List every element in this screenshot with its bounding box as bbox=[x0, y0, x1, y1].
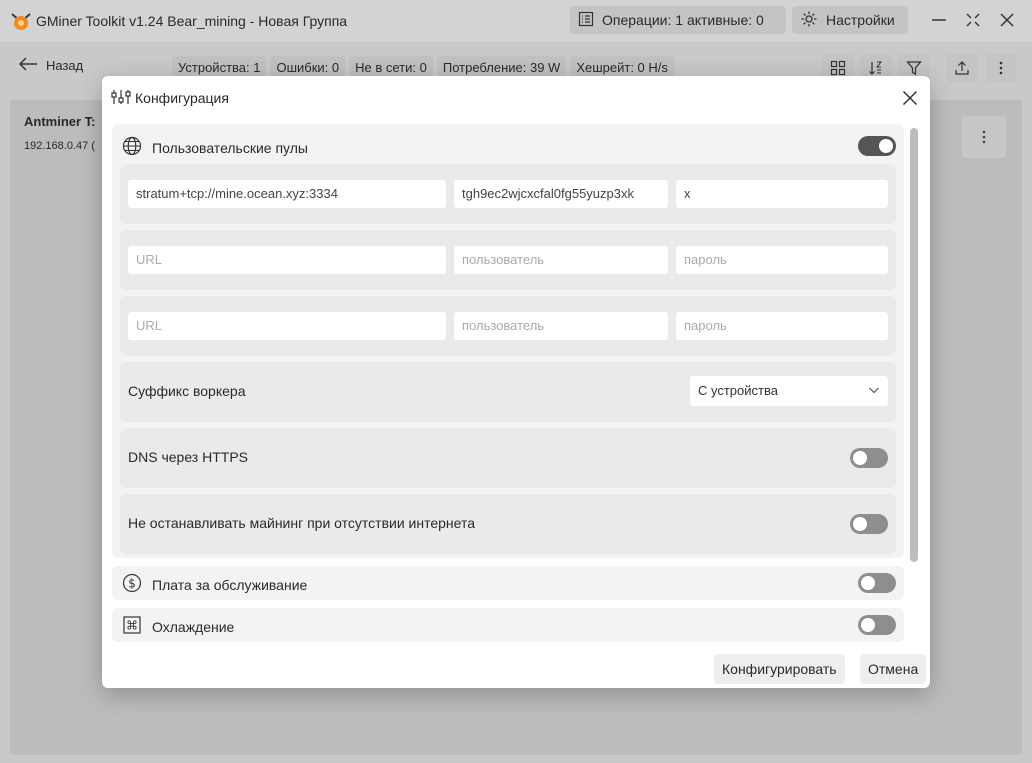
cooling-toggle[interactable] bbox=[858, 615, 896, 635]
pool-row-3: URL пользователь пароль bbox=[120, 296, 896, 356]
worker-suffix-label: Суффикс воркера bbox=[128, 383, 246, 399]
pool-3-password-field[interactable]: пароль bbox=[676, 312, 888, 340]
keep-mining-row: Не останавливать майнинг при отсутствии … bbox=[120, 494, 896, 554]
dns-https-toggle[interactable] bbox=[850, 448, 888, 468]
more-icon[interactable] bbox=[986, 54, 1016, 82]
export-icon[interactable] bbox=[946, 54, 978, 82]
sliders-icon bbox=[111, 89, 131, 108]
pool-2-user-field[interactable]: пользователь bbox=[454, 246, 668, 274]
arrow-left-icon bbox=[18, 56, 46, 75]
device-ip: 192.168.0.47 ( bbox=[24, 140, 95, 152]
gear-icon bbox=[800, 10, 826, 31]
keep-mining-toggle[interactable] bbox=[850, 514, 888, 534]
cancel-button[interactable]: Отмена bbox=[860, 654, 927, 684]
dollar-icon: $ bbox=[122, 573, 152, 596]
custom-pools-toggle[interactable] bbox=[858, 136, 896, 156]
operations-label: Операции: 1 активные: 0 bbox=[602, 12, 764, 28]
dns-https-row: DNS через HTTPS bbox=[120, 428, 896, 488]
pool-1-url-field[interactable]: stratum+tcp://mine.ocean.xyz:3334 bbox=[128, 180, 446, 208]
fee-section: $ Плата за обслуживание bbox=[112, 566, 904, 600]
pool-3-user-field[interactable]: пользователь bbox=[454, 312, 668, 340]
device-menu-button[interactable] bbox=[962, 116, 1006, 158]
configuration-dialog: Конфигурация Пользовательские пулы strat… bbox=[102, 76, 930, 688]
dns-https-label: DNS через HTTPS bbox=[128, 449, 248, 465]
worker-suffix-value: С устройства bbox=[698, 383, 778, 398]
globe-icon bbox=[122, 136, 152, 159]
dialog-header: Конфигурация bbox=[102, 76, 930, 120]
svg-text:⌘: ⌘ bbox=[126, 619, 138, 633]
pool-1-user-field[interactable]: tgh9ec2wjcxcfal0fg55yuzp3xk bbox=[454, 180, 668, 208]
app-logo-icon bbox=[10, 10, 32, 32]
keep-mining-label: Не останавливать майнинг при отсутствии … bbox=[128, 515, 476, 531]
pool-2-url-field[interactable]: URL bbox=[128, 246, 446, 274]
operations-button[interactable]: Операции: 1 активные: 0 bbox=[570, 6, 786, 34]
worker-suffix-select[interactable]: С устройства bbox=[690, 376, 888, 406]
pool-3-url-field[interactable]: URL bbox=[128, 312, 446, 340]
fee-header: $ Плата за обслуживание bbox=[122, 573, 307, 596]
device-name: Antminer T: bbox=[24, 114, 96, 129]
worker-suffix-row: Суффикс воркера С устройства bbox=[120, 362, 896, 422]
pool-row-2: URL пользователь пароль bbox=[120, 230, 896, 290]
cooling-label: Охлаждение bbox=[152, 618, 235, 635]
pool-2-password-field[interactable]: пароль bbox=[676, 246, 888, 274]
chevron-down-icon bbox=[868, 384, 880, 399]
minimize-icon[interactable] bbox=[926, 8, 952, 32]
svg-text:$: $ bbox=[128, 577, 136, 591]
app-title: GMiner Toolkit v1.24 Bear_mining - Новая… bbox=[36, 13, 348, 29]
more-vertical-icon bbox=[982, 130, 986, 144]
close-icon[interactable] bbox=[898, 86, 922, 110]
window-close-icon[interactable] bbox=[994, 8, 1020, 32]
back-label: Назад bbox=[46, 58, 84, 73]
title-bar: GMiner Toolkit v1.24 Bear_mining - Новая… bbox=[0, 0, 1032, 42]
scrollbar[interactable] bbox=[910, 128, 918, 562]
dialog-title: Конфигурация bbox=[135, 90, 229, 106]
dialog-scroll-area[interactable]: Пользовательские пулы stratum+tcp://mine… bbox=[112, 124, 904, 644]
pool-row-1: stratum+tcp://mine.ocean.xyz:3334 tgh9ec… bbox=[120, 164, 896, 224]
settings-label: Настройки bbox=[826, 12, 895, 28]
fullscreen-icon[interactable] bbox=[960, 8, 986, 32]
cooling-section: ⌘ Охлаждение bbox=[112, 608, 904, 642]
settings-button[interactable]: Настройки bbox=[792, 6, 908, 34]
custom-pools-header: Пользовательские пулы bbox=[122, 136, 308, 159]
pool-1-password-field[interactable]: x bbox=[676, 180, 888, 208]
cooling-header: ⌘ Охлаждение bbox=[122, 615, 234, 638]
custom-pools-label: Пользовательские пулы bbox=[152, 139, 308, 156]
custom-pools-section: Пользовательские пулы stratum+tcp://mine… bbox=[112, 124, 904, 558]
configure-button[interactable]: Конфигурировать bbox=[714, 654, 845, 684]
list-icon bbox=[578, 11, 602, 30]
fan-icon: ⌘ bbox=[122, 615, 152, 638]
fee-label: Плата за обслуживание bbox=[152, 576, 308, 593]
back-button[interactable]: Назад bbox=[18, 56, 83, 75]
fee-toggle[interactable] bbox=[858, 573, 896, 593]
